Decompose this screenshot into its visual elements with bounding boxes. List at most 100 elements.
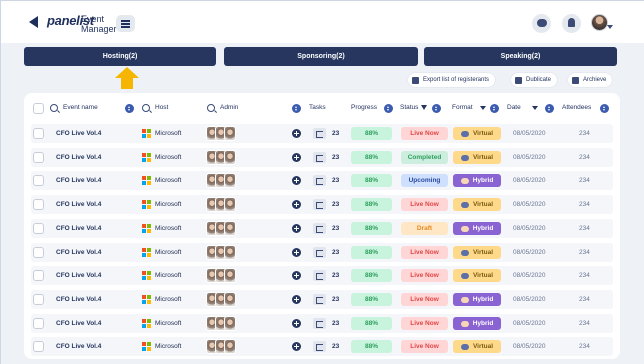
admin-avatars[interactable] <box>206 339 236 354</box>
duplicate-button[interactable]: Dublicate <box>511 73 558 87</box>
event-name-link[interactable]: CFO Live Vol.4 <box>56 201 101 208</box>
admin-avatars[interactable] <box>206 197 236 212</box>
event-name-link[interactable]: CFO Live Vol.4 <box>56 154 101 161</box>
row-checkbox[interactable] <box>33 223 44 234</box>
export-registrants-button[interactable]: Export list of registerants <box>408 73 496 87</box>
table-row[interactable]: CFO Live Vol.4 Microsoft 23 88% Live Now… <box>31 290 613 309</box>
add-admin-icon[interactable] <box>292 200 301 209</box>
chevron-down-icon[interactable] <box>532 106 538 110</box>
event-name-link[interactable]: CFO Live Vol.4 <box>56 272 101 279</box>
tasks-icon[interactable] <box>313 294 326 305</box>
add-admin-icon[interactable] <box>292 271 301 280</box>
format-label: Hybrid <box>472 177 494 184</box>
event-name-link[interactable]: CFO Live Vol.4 <box>56 343 101 350</box>
logo-square <box>142 342 146 346</box>
tab-sponsoring[interactable]: Sponsoring(2) <box>224 47 418 66</box>
table-row[interactable]: CFO Live Vol.4 Microsoft 23 88% Live Now… <box>31 195 613 214</box>
search-icon[interactable] <box>207 104 215 112</box>
table-row[interactable]: CFO Live Vol.4 Microsoft 23 88% Live Now… <box>31 243 613 262</box>
row-checkbox[interactable] <box>33 247 44 258</box>
task-count: 23 <box>332 130 340 137</box>
tab-hosting[interactable]: Hosting(2) <box>24 47 216 66</box>
admin-avatars[interactable] <box>206 150 236 165</box>
menu-toggle-button[interactable] <box>116 15 135 32</box>
main-panel: Hosting(2) Sponsoring(2) Speaking(2) Exp… <box>1 43 644 364</box>
chevron-down-icon[interactable] <box>607 25 613 29</box>
event-name-link[interactable]: CFO Live Vol.4 <box>56 320 101 327</box>
task-count: 23 <box>332 296 340 303</box>
row-checkbox[interactable] <box>33 152 44 163</box>
tab-speaking[interactable]: Speaking(2) <box>424 47 617 66</box>
archive-button[interactable]: Archieve <box>568 73 613 87</box>
search-icon[interactable] <box>50 104 58 112</box>
admin-avatars[interactable] <box>206 292 236 307</box>
chat-icon[interactable] <box>532 14 551 33</box>
table-row[interactable]: CFO Live Vol.4 Microsoft 23 88% Draft Hy… <box>31 219 613 238</box>
table-row[interactable]: CFO Live Vol.4 Microsoft 23 88% Live Now… <box>31 124 613 143</box>
add-admin-icon[interactable] <box>292 295 301 304</box>
admin-avatars[interactable] <box>206 316 236 331</box>
tasks-icon[interactable] <box>313 223 326 234</box>
add-admin-icon[interactable] <box>292 129 301 138</box>
add-admin-icon[interactable] <box>292 248 301 257</box>
admin-avatars[interactable] <box>206 245 236 260</box>
filter-icon[interactable] <box>421 105 427 110</box>
sort-icon[interactable] <box>125 104 134 113</box>
bell-icon[interactable] <box>562 14 581 33</box>
add-admin-icon[interactable] <box>292 153 301 162</box>
sort-icon[interactable] <box>600 104 609 113</box>
add-admin-icon[interactable] <box>292 319 301 328</box>
sort-icon[interactable] <box>384 104 393 113</box>
attendee-count: 234 <box>579 320 590 327</box>
format-label: Hybrid <box>472 225 494 232</box>
row-checkbox[interactable] <box>33 199 44 210</box>
event-name-link[interactable]: CFO Live Vol.4 <box>56 177 101 184</box>
sort-icon[interactable] <box>432 104 441 113</box>
sort-icon[interactable] <box>545 104 554 113</box>
event-date: 08/05/2020 <box>513 154 546 161</box>
row-checkbox[interactable] <box>33 318 44 329</box>
admin-avatars[interactable] <box>206 126 236 141</box>
table-row[interactable]: CFO Live Vol.4 Microsoft 23 88% Upcoming… <box>31 171 613 190</box>
add-admin-icon[interactable] <box>292 342 301 351</box>
microsoft-logo-icon <box>142 342 151 351</box>
back-arrow-icon[interactable] <box>29 16 38 28</box>
event-name-link[interactable]: CFO Live Vol.4 <box>56 225 101 232</box>
admin-avatars[interactable] <box>206 173 236 188</box>
add-admin-icon[interactable] <box>292 176 301 185</box>
row-checkbox[interactable] <box>33 270 44 281</box>
tasks-icon[interactable] <box>313 199 326 210</box>
user-avatar[interactable] <box>591 14 608 31</box>
tasks-icon[interactable] <box>313 318 326 329</box>
tasks-icon[interactable] <box>313 270 326 281</box>
event-name-link[interactable]: CFO Live Vol.4 <box>56 296 101 303</box>
row-checkbox[interactable] <box>33 175 44 186</box>
admin-avatar <box>224 339 236 354</box>
row-checkbox[interactable] <box>33 294 44 305</box>
sort-icon[interactable] <box>292 104 301 113</box>
tasks-icon[interactable] <box>313 247 326 258</box>
table-row[interactable]: CFO Live Vol.4 Microsoft 23 88% Live Now… <box>31 314 613 333</box>
add-admin-icon[interactable] <box>292 224 301 233</box>
admin-avatars[interactable] <box>206 221 236 236</box>
progress-badge: 88% <box>351 246 392 259</box>
row-checkbox[interactable] <box>33 128 44 139</box>
format-badge: Virtual <box>453 246 501 259</box>
event-name-link[interactable]: CFO Live Vol.4 <box>56 130 101 137</box>
admin-avatars[interactable] <box>206 268 236 283</box>
search-icon[interactable] <box>142 104 150 112</box>
tasks-icon[interactable] <box>313 341 326 352</box>
tasks-icon[interactable] <box>313 128 326 139</box>
table-row[interactable]: CFO Live Vol.4 Microsoft 23 88% Live Now… <box>31 266 613 285</box>
row-checkbox[interactable] <box>33 341 44 352</box>
sort-icon[interactable] <box>490 104 499 113</box>
table-row[interactable]: CFO Live Vol.4 Microsoft 23 88% Live Now… <box>31 337 613 356</box>
tasks-icon[interactable] <box>313 152 326 163</box>
event-date: 08/05/2020 <box>513 130 546 137</box>
chevron-down-icon[interactable] <box>480 106 486 110</box>
tasks-icon[interactable] <box>313 175 326 186</box>
select-all-checkbox[interactable] <box>33 103 44 114</box>
event-name-link[interactable]: CFO Live Vol.4 <box>56 249 101 256</box>
virtual-format-icon <box>460 130 469 137</box>
table-row[interactable]: CFO Live Vol.4 Microsoft 23 88% Complete… <box>31 148 613 167</box>
